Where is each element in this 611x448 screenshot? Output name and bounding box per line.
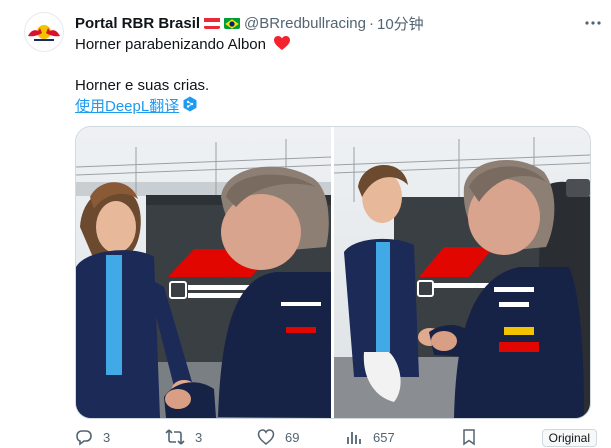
- heart-outline-icon: [257, 429, 275, 445]
- post-time[interactable]: 10分钟: [377, 13, 424, 34]
- repost-icon: [165, 429, 185, 445]
- tweet-header: Portal RBR Brasil @BRredbullracing · 10分…: [75, 13, 591, 33]
- separator-dot: ·: [369, 14, 374, 32]
- reply-count: 3: [103, 429, 111, 445]
- avatar[interactable]: [24, 12, 64, 52]
- action-bar: 3 3 69 657: [75, 428, 595, 448]
- tweet-text-line-1: Horner parabenizando Albon: [75, 35, 291, 57]
- translate-link[interactable]: 使用DeepL翻译: [75, 96, 197, 118]
- repost-button[interactable]: 3: [165, 428, 202, 446]
- reply-button[interactable]: 3: [75, 428, 110, 446]
- bookmark-button[interactable]: [460, 428, 478, 446]
- deepl-icon: [183, 96, 197, 118]
- heart-emoji-icon: [273, 35, 291, 57]
- more-options-icon[interactable]: [583, 13, 603, 33]
- tweet-text: Horner parabenizando Albon: [75, 36, 266, 53]
- views-chart-icon: [347, 432, 361, 444]
- like-count: 69: [285, 429, 300, 445]
- tweet-text-line-2: Horner e suas crias.: [75, 77, 210, 94]
- tweet-card[interactable]: Portal RBR Brasil @BRredbullracing · 10分…: [0, 0, 611, 447]
- original-badge[interactable]: Original: [541, 429, 597, 447]
- reply-icon: [76, 430, 92, 446]
- austria-flag-icon: [204, 17, 221, 29]
- like-button[interactable]: 69: [257, 428, 299, 446]
- media-grid: [75, 126, 591, 419]
- repost-count: 3: [195, 429, 203, 445]
- photo-left[interactable]: [76, 127, 332, 418]
- author-handle[interactable]: @BRredbullracing: [244, 15, 366, 32]
- translate-label[interactable]: 使用DeepL翻译: [75, 97, 179, 117]
- author-name[interactable]: Portal RBR Brasil: [75, 15, 200, 32]
- bookmark-icon: [463, 429, 475, 446]
- views-button[interactable]: 657: [345, 428, 395, 446]
- views-count: 657: [373, 429, 395, 445]
- brazil-flag-icon: [224, 17, 241, 29]
- photo-right[interactable]: [333, 127, 590, 418]
- red-bull-logo-icon: [28, 25, 60, 41]
